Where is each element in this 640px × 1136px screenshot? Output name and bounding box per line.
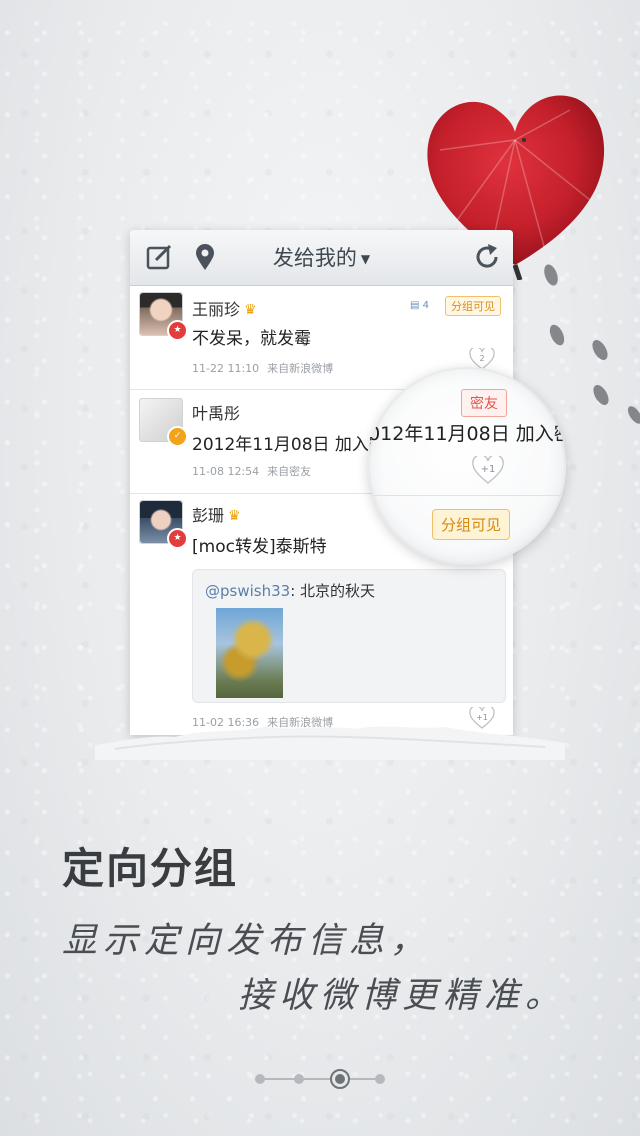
page-dot[interactable] [255,1074,265,1084]
magnified-group-visible-tag: 分组可见 [432,509,511,540]
verified-badge: ★ [167,320,188,341]
repost-body: : 北京的秋天 [290,582,376,600]
refresh-icon[interactable] [472,242,502,272]
top-nav-bar: 发给我的 ▼ [130,230,513,286]
like-count: 2 [479,354,484,363]
repost-box[interactable]: @pswish33: 北京的秋天 [192,569,506,703]
snow-edge-decoration [95,726,565,760]
post-time: 11-08 12:54 [192,465,260,478]
mention-link[interactable]: @pswish33 [205,582,290,600]
post-text: 不发呆，就发霉 [192,329,311,349]
user-name: 彭珊 [192,506,225,525]
post-text: [moc转发]泰斯特 [192,537,327,557]
magnified-like-heart-icon: +1 [472,456,504,484]
comment-count[interactable]: ▤ 4 [410,300,429,311]
post-source: 来自密友 [267,465,312,478]
avatar[interactable]: ★ [139,292,188,341]
magnified-like-count: +1 [481,464,496,475]
verified-badge: ★ [167,528,188,549]
magnified-post-text: 2012年11月08日 加入密友 [368,423,566,445]
repost-text: @pswish33: 北京的秋天 [205,580,375,601]
magnifier-lens: 2012年11月08日 加入密友 密友 +1 分组可见 [368,367,566,565]
crown-icon: ♛ [228,508,241,524]
page-dot[interactable] [375,1074,385,1084]
post-time: 11-22 11:10 [192,362,260,375]
crown-icon: ♛ [244,302,257,318]
page-indicator[interactable] [253,1068,388,1090]
page-dot[interactable] [294,1074,304,1084]
timeline-filter-dropdown[interactable]: 发给我的 ▼ [130,242,513,272]
avatar[interactable]: ✓ [139,398,188,447]
page-title: 发给我的 [272,246,357,270]
user-name: 王丽珍 [192,300,241,319]
footprints-decoration [544,264,640,424]
avatar[interactable]: ★ [139,500,188,549]
group-visible-tag: 分组可见 [445,296,501,316]
feature-subline-1: 显示定向发布信息， [62,921,432,961]
feature-headline: 定向分组 [62,844,239,893]
post-source: 来自新浪微博 [267,362,334,375]
feature-subline-2: 接收微博更精准。 [238,976,567,1016]
comment-count-value: 4 [422,300,430,311]
divider [368,495,566,496]
post-meta: 11-22 11:10 来自新浪微博 [192,360,333,376]
chevron-down-icon: ▼ [360,252,371,266]
post-meta: 11-08 12:54 来自密友 [192,463,311,479]
comment-icon: ▤ [410,300,420,311]
magnified-close-friend-tag: 密友 [461,389,507,417]
user-name: 叶禹彤 [192,404,241,423]
repost-photo[interactable] [216,608,283,698]
verified-badge: ✓ [167,426,188,447]
